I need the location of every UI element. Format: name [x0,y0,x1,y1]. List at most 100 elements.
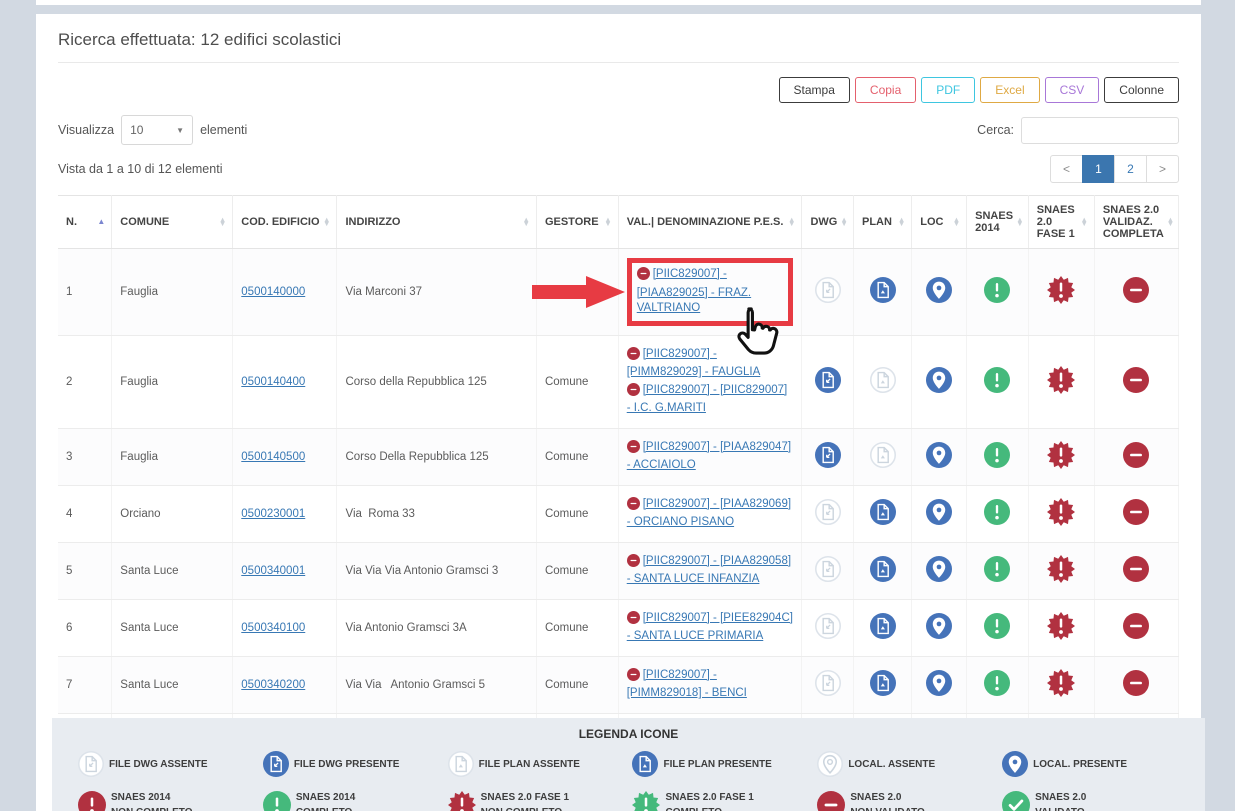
pes-link[interactable]: [PIIC829007] - [PIAA829047] - ACCIAIOLO [627,441,791,472]
file-plan-present-icon[interactable] [870,556,896,582]
building-code-cell: 0500230001 [233,485,337,542]
legend-label: LOCAL. ASSENTE [848,757,935,772]
location-present-icon[interactable] [926,277,952,303]
building-code-link[interactable]: 0500340100 [241,622,305,634]
excel-button[interactable]: Excel [980,77,1039,103]
file-dwg-present-icon[interactable] [815,442,841,468]
gestore-cell: Comune [536,542,618,599]
snaes-non-validato-icon [627,440,640,453]
column-header-gestore[interactable]: GESTORE▲▼ [536,196,618,249]
stampa-button[interactable]: Stampa [779,77,850,103]
column-header-val-denominazione-p-e-s[interactable]: VAL.| DENOMINAZIONE P.E.S.▲▼ [618,196,802,249]
snaes20-validaz-cell [1094,335,1178,428]
file-plan-present-icon[interactable] [870,670,896,696]
building-code-link[interactable]: 0500340200 [241,679,305,691]
column-header-indirizzo[interactable]: INDIRIZZO▲▼ [337,196,536,249]
file-plan-present-icon[interactable] [870,613,896,639]
snaes20-non_validato-icon [1123,277,1149,303]
column-header-snaes-2-0-validaz-completa[interactable]: SNAES 2.0 VALIDAZ. COMPLETA▲▼ [1094,196,1178,249]
legend-item-snaes20-non-validato: SNAES 2.0NON VALIDATO [817,790,994,811]
pes-link[interactable]: [PIIC829007] - [PIAA829069] - ORCIANO PI… [627,498,791,529]
snaes2014-non-completo-icon [78,791,106,811]
column-header-comune[interactable]: COMUNE▲▼ [112,196,233,249]
search-input[interactable] [1021,117,1179,144]
snaes20-fase1-non_completo-icon [1047,441,1075,469]
legend-label: SNAES 2014COMPLETO [296,790,355,811]
file-dwg-absent-icon [815,613,841,639]
file-dwg-absent-icon [815,277,841,303]
location-present-icon[interactable] [926,367,952,393]
pes-link[interactable]: [PIIC829007] - [PIAA829058] - SANTA LUCE… [627,555,791,586]
pagination-page-1[interactable]: 1 [1082,155,1115,183]
column-header-dwg[interactable]: DWG▲▼ [802,196,854,249]
file-plan-present-icon [632,751,658,777]
building-code-link[interactable]: 0500230001 [241,508,305,520]
building-code-link[interactable]: 0500140400 [241,376,305,388]
file-plan-present-icon[interactable] [870,499,896,525]
plan-cell [854,428,912,485]
location-present-icon[interactable] [926,670,952,696]
snaes20-validaz-cell [1094,428,1178,485]
column-header-loc[interactable]: LOC▲▼ [912,196,967,249]
snaes20-fase1-non_completo-icon [1047,612,1075,640]
building-code-cell: 0500340100 [233,599,337,656]
sort-icon: ▲▼ [523,218,530,226]
pagination-prev[interactable]: < [1050,155,1083,183]
column-header-snaes-2-0-fase-1[interactable]: SNAES 2.0 FASE 1▲▼ [1028,196,1094,249]
legend-item-snaes20fase1-non-completo: SNAES 2.0 FASE 1NON COMPLETO [448,790,625,811]
pdf-button[interactable]: PDF [921,77,975,103]
file-dwg-present-icon[interactable] [815,367,841,393]
snaes20-validaz-cell [1094,249,1178,336]
column-header-snaes-2014[interactable]: SNAES 2014▲▼ [967,196,1029,249]
pes-cell: [PIIC829007] - [PIAA829047] - ACCIAIOLO [618,428,802,485]
pagination-page-2[interactable]: 2 [1114,155,1147,183]
snaes2014-completo-icon [984,670,1010,696]
dwg-cell [802,599,854,656]
column-header-cod-edificio[interactable]: COD. EDIFICIO▲▼ [233,196,337,249]
dwg-cell [802,656,854,713]
pes-cell: [PIIC829007] - [PIMM829018] - BENCI [618,656,802,713]
pes-cell: [PIIC829007] - [PIEE82904C] - SANTA LUCE… [618,599,802,656]
comune-cell: Santa Luce [112,656,233,713]
file-plan-absent-icon [870,367,896,393]
page-size-select[interactable]: 10 ▼ [121,115,193,145]
sort-icon: ▲▼ [898,218,905,226]
building-code-link[interactable]: 0500140500 [241,451,305,463]
plan-cell [854,249,912,336]
plan-cell [854,656,912,713]
location-present-icon[interactable] [926,499,952,525]
location-present-icon[interactable] [926,613,952,639]
page-title: Ricerca effettuata: 12 edifici scolastic… [58,30,1179,63]
gestore-cell: Comune [536,335,618,428]
comune-cell: Fauglia [112,249,233,336]
colonne-button[interactable]: Colonne [1104,77,1179,103]
location-present-icon[interactable] [926,442,952,468]
location-present-icon[interactable] [926,556,952,582]
column-header-n[interactable]: N.▲ [58,196,112,249]
comune-cell: Orciano [112,485,233,542]
legend-label: SNAES 2.0 FASE 1NON COMPLETO [481,790,569,811]
pagination: <12> [1051,155,1179,183]
loc-present-icon [1002,751,1028,777]
loc-cell [912,335,967,428]
building-code-link[interactable]: 0500340001 [241,565,305,577]
visualizza-label: Visualizza [58,123,114,137]
snaes20-validaz-cell [1094,656,1178,713]
pes-link[interactable]: [PIIC829007] - [PIEE82904C] - SANTA LUCE… [627,612,793,643]
file-plan-absent-icon [448,751,474,777]
column-label: PLAN [862,216,892,228]
table-info: Vista da 1 a 10 di 12 elementi [58,162,222,176]
column-label: SNAES 2014 [975,210,1013,234]
column-header-plan[interactable]: PLAN ▲▼ [854,196,912,249]
file-plan-present-icon[interactable] [870,277,896,303]
pagination-next[interactable]: > [1146,155,1179,183]
sort-icon: ▲▼ [219,218,226,226]
file-plan-absent-icon [870,442,896,468]
building-code-link[interactable]: 0500140000 [241,286,305,298]
copia-button[interactable]: Copia [855,77,916,103]
csv-button[interactable]: CSV [1045,77,1100,103]
pes-link[interactable]: [PIIC829007] - [PIMM829018] - BENCI [627,669,747,700]
snaes20-non_validato-icon [1123,499,1149,525]
pes-link[interactable]: [PIIC829007] - [PIIC829007] - I.C. G.MAR… [627,384,787,415]
snaes-non-validato-icon [627,383,640,396]
